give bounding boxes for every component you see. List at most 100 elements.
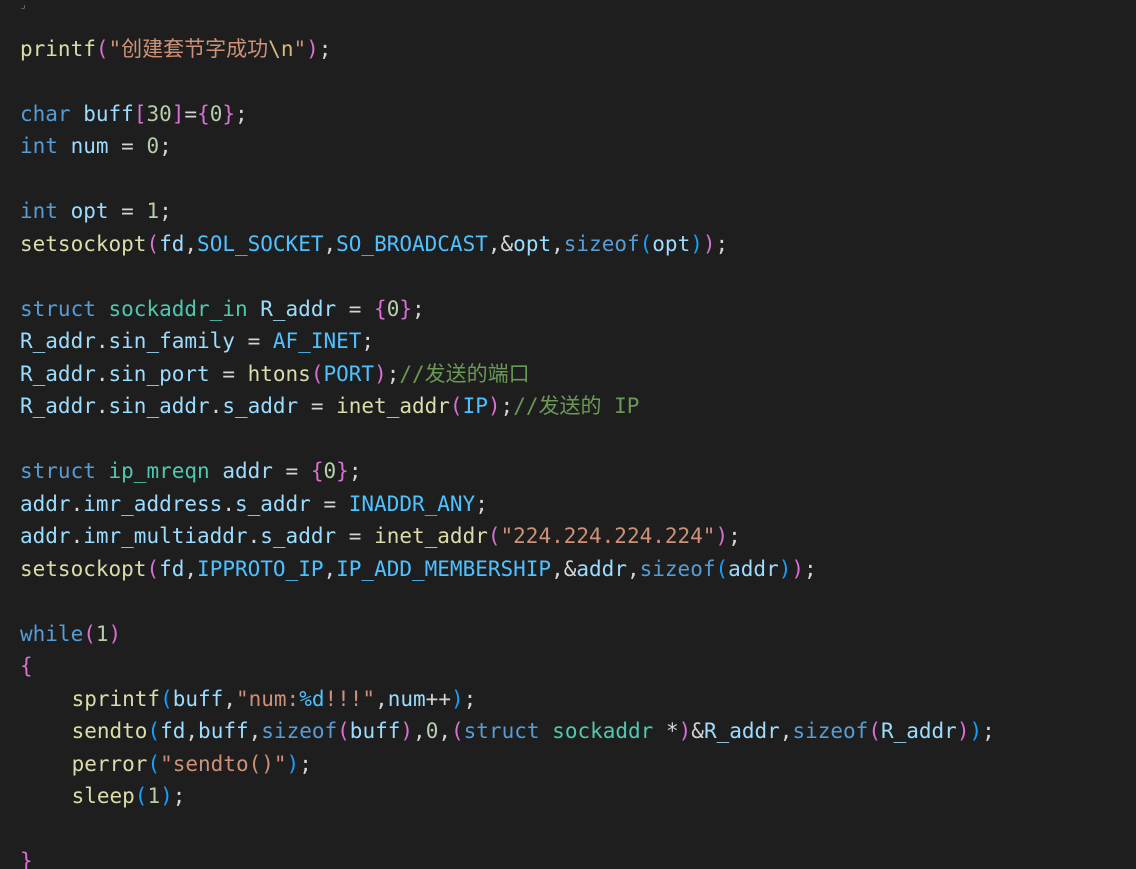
token-type: sockaddr xyxy=(552,719,653,743)
token-op xyxy=(540,719,553,743)
token-kw: char xyxy=(20,102,71,126)
token-brace: { xyxy=(311,459,324,483)
token-const: SOL_SOCKET xyxy=(197,232,323,256)
token-var: addr xyxy=(222,459,273,483)
token-brace: { xyxy=(374,297,387,321)
code-line[interactable]: sendto(fd,buff,sizeof(buff),0,(struct so… xyxy=(20,715,1136,748)
code-line[interactable]: R_addr.sin_family = AF_INET; xyxy=(20,325,1136,358)
token-comment: //发送的 IP xyxy=(513,394,639,418)
token-punc: , xyxy=(323,557,336,581)
token-brace: ) xyxy=(679,719,692,743)
code-line[interactable]: sleep(1); xyxy=(20,780,1136,813)
token-str: "num: xyxy=(236,687,299,711)
code-line[interactable]: ⌟ xyxy=(20,0,1136,33)
token-kw: sizeof xyxy=(261,719,337,743)
token-op: & xyxy=(691,719,704,743)
token-op xyxy=(71,102,84,126)
token-brace: ( xyxy=(450,394,463,418)
token-op: = xyxy=(184,102,197,126)
code-editor[interactable]: ⌟ printf("创建套节字成功\n"); char buff[30]={0}… xyxy=(0,0,1136,869)
code-line[interactable] xyxy=(20,65,1136,98)
token-op xyxy=(96,459,109,483)
code-line[interactable] xyxy=(20,813,1136,846)
token-punc: . xyxy=(71,524,84,548)
code-line[interactable]: setsockopt(fd,SOL_SOCKET,SO_BROADCAST,&o… xyxy=(20,228,1136,261)
token-punc: ; xyxy=(804,557,817,581)
token-op xyxy=(58,134,71,158)
token-op: = xyxy=(336,297,374,321)
token-punc: , xyxy=(413,719,426,743)
token-var: num xyxy=(388,687,426,711)
code-line[interactable]: struct ip_mreqn addr = {0}; xyxy=(20,455,1136,488)
token-punc: ; xyxy=(387,362,400,386)
code-line[interactable]: int opt = 1; xyxy=(20,195,1136,228)
code-line[interactable]: setsockopt(fd,IPPROTO_IP,IP_ADD_MEMBERSH… xyxy=(20,553,1136,586)
token-punc: . xyxy=(96,394,109,418)
token-brace: ) xyxy=(791,557,804,581)
code-line[interactable]: sprintf(buff,"num:%d!!!",num++); xyxy=(20,683,1136,716)
token-const: IP_ADD_MEMBERSHIP xyxy=(336,557,551,581)
token-kw: sizeof xyxy=(564,232,640,256)
token-brace: { xyxy=(20,654,33,678)
token-punc: ; xyxy=(412,297,425,321)
code-line[interactable] xyxy=(20,423,1136,456)
code-line[interactable]: R_addr.sin_port = htons(PORT);//发送的端口 xyxy=(20,358,1136,391)
code-line[interactable] xyxy=(20,585,1136,618)
token-brace: } xyxy=(222,102,235,126)
code-line[interactable]: printf("创建套节字成功\n"); xyxy=(20,33,1136,66)
token-var: fd xyxy=(159,557,184,581)
code-line[interactable]: addr.imr_multiaddr.s_addr = inet_addr("2… xyxy=(20,520,1136,553)
token-var: addr xyxy=(20,492,71,516)
token-punc: ; xyxy=(299,752,312,776)
token-num: 0 xyxy=(426,719,439,743)
token-brace: ( xyxy=(311,362,324,386)
token-brace2: ( xyxy=(135,784,148,808)
token-op: & xyxy=(564,557,577,581)
token-brace2: ) xyxy=(779,557,792,581)
code-line[interactable] xyxy=(20,163,1136,196)
token-punc: , xyxy=(488,232,501,256)
token-const: SO_BROADCAST xyxy=(336,232,488,256)
token-const: %d xyxy=(299,687,324,711)
gutter-widget-icon[interactable]: ⌟ xyxy=(20,0,26,23)
token-brace2: ) xyxy=(451,687,464,711)
token-var: buff xyxy=(198,719,249,743)
token-brace: } xyxy=(336,459,349,483)
token-op: ++ xyxy=(426,687,451,711)
token-brace: ) xyxy=(306,37,319,61)
token-punc: , xyxy=(551,557,564,581)
token-var: fd xyxy=(159,232,184,256)
token-op: = xyxy=(109,199,147,223)
token-var: imr_multiaddr xyxy=(83,524,247,548)
code-line[interactable]: { xyxy=(20,650,1136,683)
token-var: buff xyxy=(350,719,401,743)
token-brace2: ( xyxy=(147,719,160,743)
token-var: opt xyxy=(513,232,551,256)
code-line[interactable]: perror("sendto()"); xyxy=(20,748,1136,781)
code-line[interactable]: struct sockaddr_in R_addr = {0}; xyxy=(20,293,1136,326)
token-brace: } xyxy=(20,849,33,869)
code-line[interactable]: int num = 0; xyxy=(20,130,1136,163)
token-op: = xyxy=(235,329,273,353)
code-line[interactable] xyxy=(20,260,1136,293)
code-line[interactable]: addr.imr_address.s_addr = INADDR_ANY; xyxy=(20,488,1136,521)
token-func: inet_addr xyxy=(374,524,488,548)
token-num: 1 xyxy=(146,199,159,223)
token-punc: . xyxy=(222,492,235,516)
code-line[interactable]: } xyxy=(20,845,1136,869)
token-kw: while xyxy=(20,622,83,646)
token-brace: ) xyxy=(703,232,716,256)
token-punc: ; xyxy=(173,784,186,808)
token-var: R_addr xyxy=(20,394,96,418)
token-const: INADDR_ANY xyxy=(349,492,475,516)
token-op: & xyxy=(501,232,514,256)
token-punc: , xyxy=(780,719,793,743)
token-brace: } xyxy=(399,297,412,321)
code-line[interactable]: while(1) xyxy=(20,618,1136,651)
code-line[interactable]: char buff[30]={0}; xyxy=(20,98,1136,131)
code-line[interactable]: R_addr.sin_addr.s_addr = inet_addr(IP);/… xyxy=(20,390,1136,423)
token-brace2: ) xyxy=(160,784,173,808)
token-brace2: ( xyxy=(160,687,173,711)
token-brace: ] xyxy=(172,102,185,126)
token-kw: struct xyxy=(464,719,540,743)
